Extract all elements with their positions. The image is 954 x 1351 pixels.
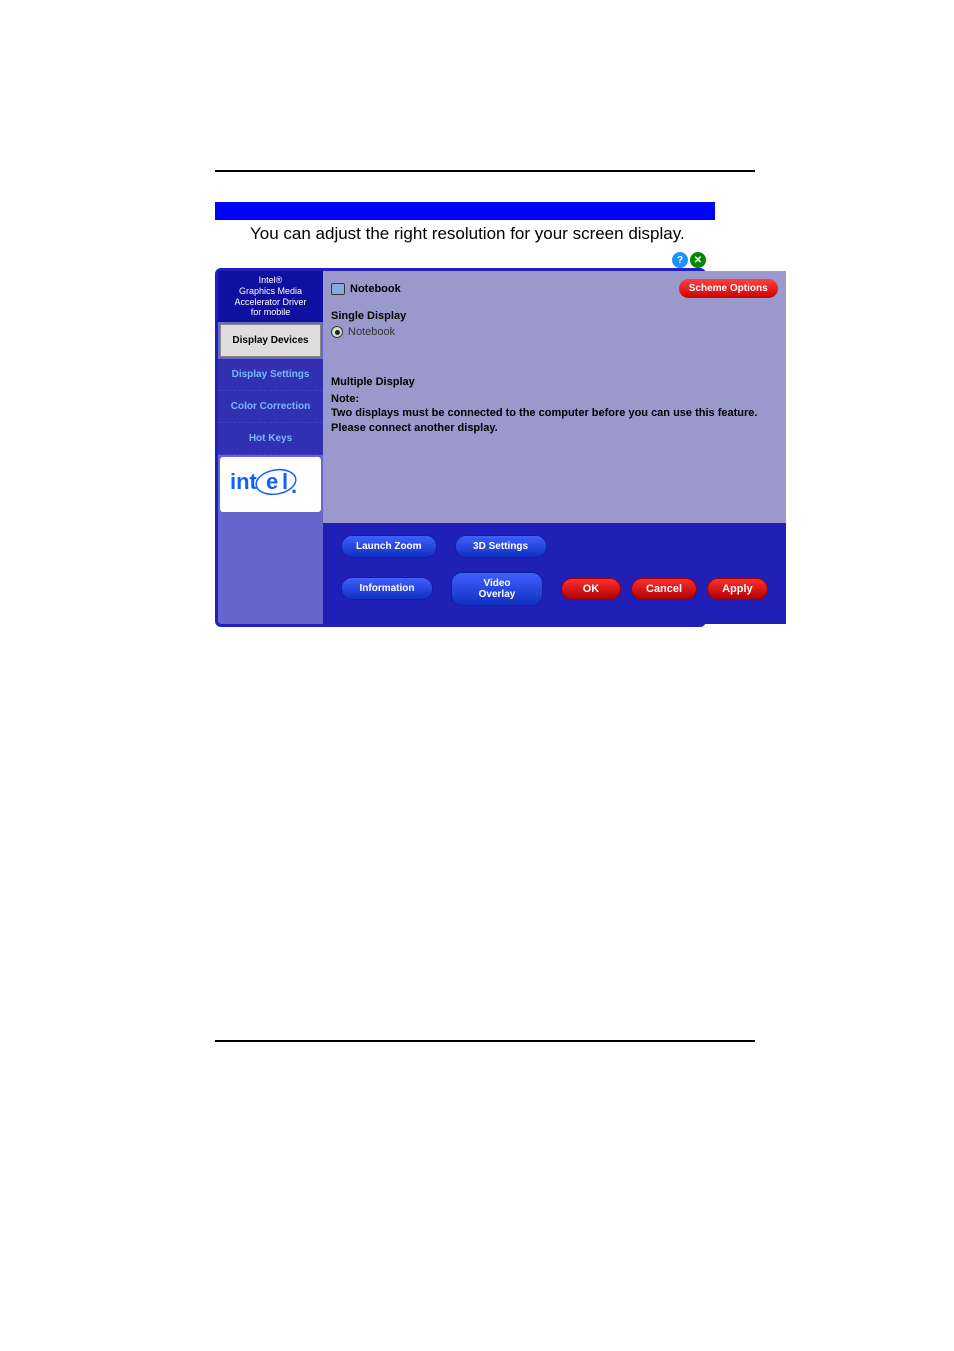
video-overlay-button[interactable]: Video Overlay bbox=[451, 572, 543, 606]
sidebar-header: Intel® Graphics Media Accelerator Driver… bbox=[218, 271, 323, 322]
note-label: Note: bbox=[331, 392, 778, 406]
single-display-heading: Single Display bbox=[331, 310, 778, 322]
monitor-icon bbox=[331, 283, 345, 295]
svg-text:int: int bbox=[230, 469, 258, 494]
apply-button[interactable]: Apply bbox=[707, 578, 768, 600]
launch-zoom-button[interactable]: Launch Zoom bbox=[341, 535, 437, 558]
information-button[interactable]: Information bbox=[341, 577, 433, 600]
single-display-radio-notebook[interactable]: Notebook bbox=[331, 326, 778, 338]
sidebar-item-display-devices[interactable]: Display Devices bbox=[220, 324, 321, 357]
close-button[interactable]: ✕ bbox=[690, 252, 706, 268]
sidebar-item-hot-keys[interactable]: Hot Keys bbox=[218, 423, 323, 455]
scheme-options-button[interactable]: Scheme Options bbox=[679, 279, 778, 298]
intel-graphics-panel: ? ✕ Intel® Graphics Media Accelerator Dr… bbox=[215, 252, 706, 627]
three-d-settings-button[interactable]: 3D Settings bbox=[455, 535, 547, 558]
note-text: Two displays must be connected to the co… bbox=[331, 406, 778, 435]
instruction-text: You can adjust the right resolution for … bbox=[250, 224, 755, 244]
device-name: Notebook bbox=[350, 283, 401, 295]
top-divider bbox=[215, 170, 755, 172]
bottom-button-area: Launch Zoom 3D Settings Information Vide… bbox=[323, 523, 786, 624]
device-indicator: Notebook bbox=[331, 283, 401, 295]
cancel-button[interactable]: Cancel bbox=[631, 578, 697, 600]
radio-selected-icon bbox=[331, 326, 343, 338]
blue-header-bar bbox=[215, 202, 715, 220]
help-button[interactable]: ? bbox=[672, 252, 688, 268]
radio-label: Notebook bbox=[348, 326, 395, 338]
sidebar: Intel® Graphics Media Accelerator Driver… bbox=[218, 271, 323, 624]
main-content: Notebook Scheme Options Single Display N… bbox=[323, 271, 786, 523]
multiple-display-heading: Multiple Display bbox=[331, 376, 778, 388]
sidebar-item-display-settings[interactable]: Display Settings bbox=[218, 359, 323, 391]
sidebar-item-color-correction[interactable]: Color Correction bbox=[218, 391, 323, 423]
svg-text:e: e bbox=[266, 469, 278, 494]
intel-logo: int e l . bbox=[220, 457, 321, 512]
ok-button[interactable]: OK bbox=[561, 578, 621, 600]
bottom-divider bbox=[215, 1040, 755, 1042]
